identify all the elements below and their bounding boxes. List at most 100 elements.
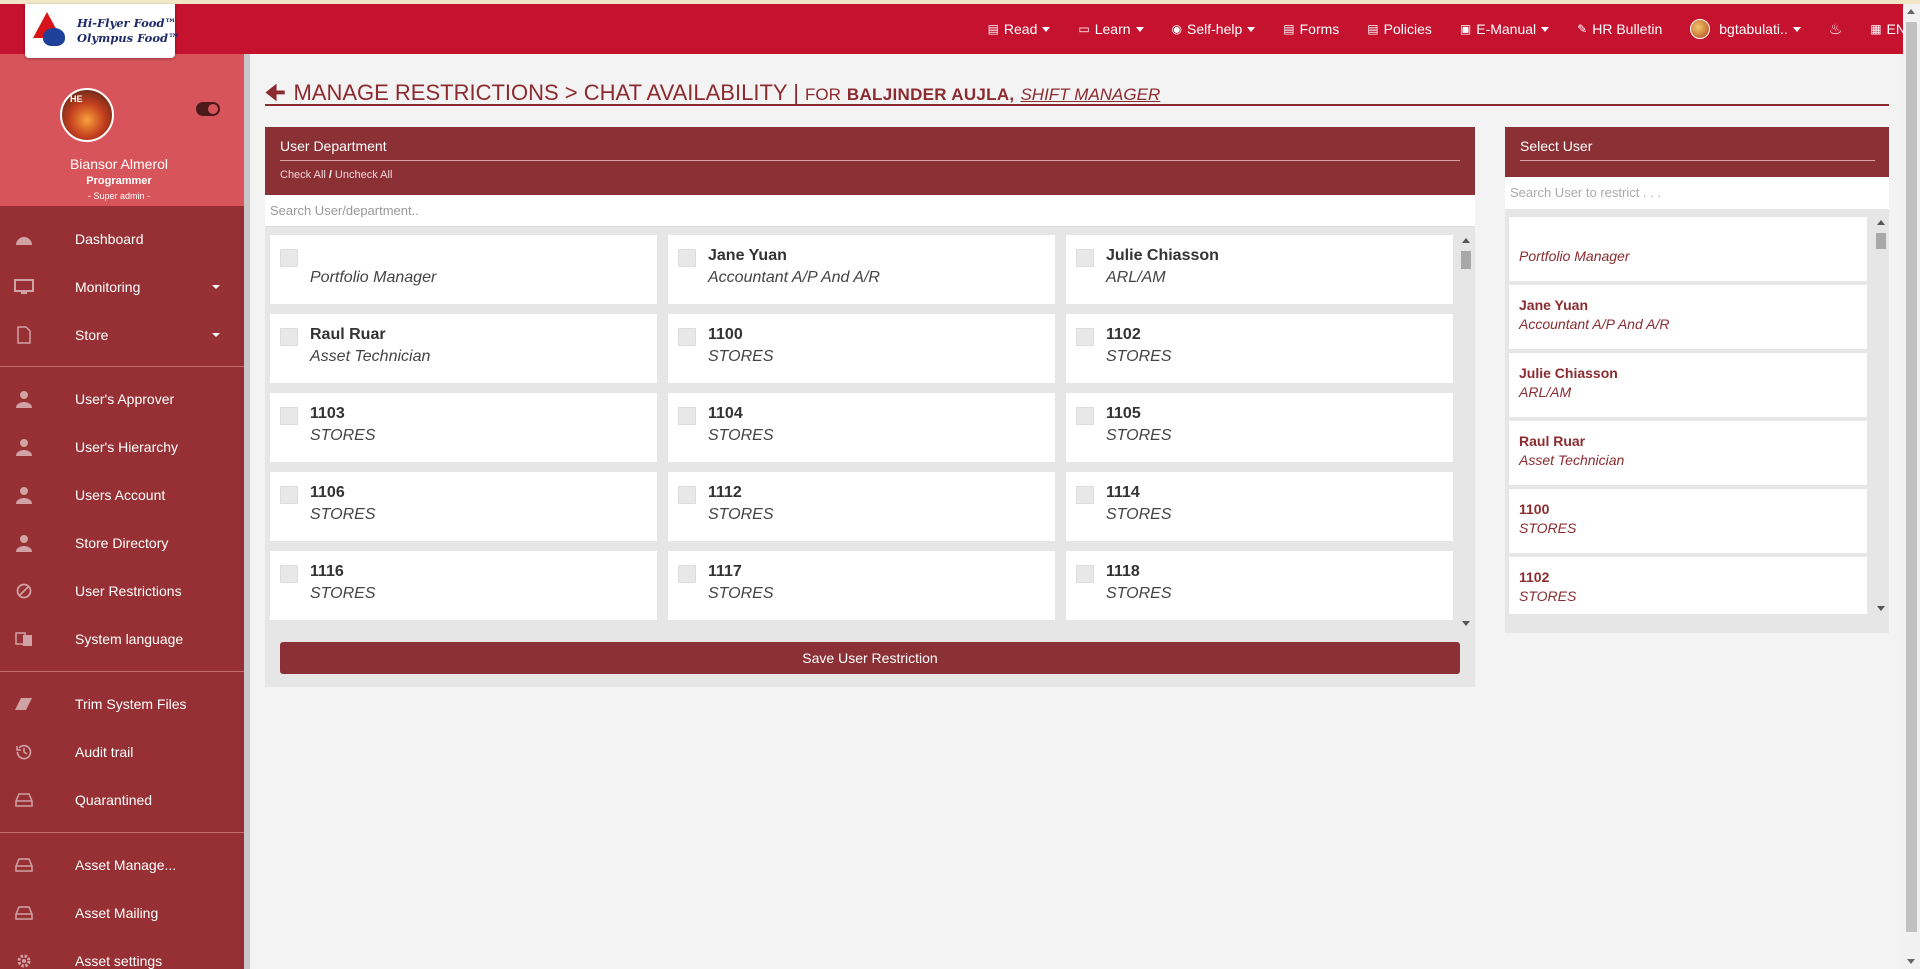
manual-icon: ▣ — [1459, 22, 1472, 36]
form-icon: ▤ — [1283, 22, 1295, 36]
sidebar-item-users-hierarchy[interactable]: User's Hierarchy — [0, 423, 244, 471]
check-all-link[interactable]: Check All — [280, 169, 326, 181]
department-card[interactable]: 1105 STORES — [1066, 393, 1453, 462]
department-card[interactable]: 1103 STORES — [270, 393, 657, 462]
sidebar-item-store[interactable]: Store — [0, 311, 244, 359]
profile-avatar[interactable]: HE — [60, 88, 114, 142]
user-role: Portfolio Manager — [1519, 248, 1630, 264]
scroll-up-icon[interactable] — [1877, 220, 1885, 225]
department-card[interactable]: 1117 STORES — [668, 551, 1055, 620]
nav-learn[interactable]: ▭ Learn — [1078, 21, 1144, 37]
user-menu[interactable]: bgtabulati.. — [1690, 19, 1801, 39]
sidebar-item-user-restrictions[interactable]: User Restrictions — [0, 567, 244, 615]
department-card[interactable]: 1104 STORES — [668, 393, 1055, 462]
nav-e-manual[interactable]: ▣ E-Manual — [1459, 21, 1550, 37]
card-checkbox[interactable] — [678, 328, 696, 346]
department-grid-scrollbar[interactable] — [1459, 235, 1473, 629]
department-card[interactable]: 1112 STORES — [668, 472, 1055, 541]
sidebar-item-asset-mailing[interactable]: Asset Mailing — [0, 889, 244, 937]
department-card[interactable]: 1100 STORES — [668, 314, 1055, 383]
sidebar-item-quarantined[interactable]: Quarantined — [0, 776, 244, 824]
sidebar-item-asset-settings[interactable]: Asset settings — [0, 937, 244, 969]
sidebar-item-audit-trail[interactable]: Audit trail — [0, 728, 244, 776]
user-search-input[interactable]: Search User to restrict . . . — [1505, 177, 1889, 209]
user-list-item[interactable]: 1102 STORES — [1509, 557, 1867, 614]
scrollbar-thumb[interactable] — [1461, 251, 1471, 269]
card-checkbox[interactable] — [1076, 249, 1094, 267]
sidebar-item-users-account[interactable]: Users Account — [0, 471, 244, 519]
drive-icon — [14, 903, 34, 923]
card-checkbox[interactable] — [280, 407, 298, 425]
user-list-item[interactable]: Portfolio Manager — [1509, 217, 1867, 281]
ban-icon — [14, 581, 34, 601]
department-card[interactable]: 1102 STORES — [1066, 314, 1453, 383]
user-list-scrollbar[interactable] — [1875, 217, 1887, 614]
scrollbar-thumb[interactable] — [1906, 22, 1917, 932]
user-list-item[interactable]: Raul Ruar Asset Technician — [1509, 421, 1867, 485]
user-list-item[interactable]: 1100 STORES — [1509, 489, 1867, 553]
department-card[interactable]: 1118 STORES — [1066, 551, 1453, 620]
brand-logo[interactable]: Hi-Flyer Food™ Olympus Food™ — [25, 4, 180, 58]
card-checkbox[interactable] — [280, 249, 298, 267]
card-checkbox[interactable] — [280, 565, 298, 583]
back-arrow-icon[interactable]: 🠈 — [265, 76, 285, 114]
scroll-up-icon[interactable] — [1462, 238, 1470, 243]
save-user-restriction-button[interactable]: Save User Restriction — [280, 642, 1460, 674]
sidebar-item-label: User's Hierarchy — [75, 439, 179, 455]
scroll-down-icon[interactable] — [1877, 606, 1885, 611]
department-card[interactable]: Julie Chiasson ARL/AM — [1066, 235, 1453, 304]
sidebar-item-system-language[interactable]: System language — [0, 615, 244, 663]
sidebar-item-monitoring[interactable]: Monitoring — [0, 263, 244, 311]
scroll-down-icon[interactable] — [1907, 959, 1915, 964]
sidebar-item-trim-system-files[interactable]: Trim System Files — [0, 680, 244, 728]
department-search-input[interactable]: Search User/department.. — [265, 195, 1475, 227]
department-card[interactable]: 1114 STORES — [1066, 472, 1453, 541]
card-checkbox[interactable] — [1076, 407, 1094, 425]
card-checkbox[interactable] — [678, 486, 696, 504]
card-checkbox[interactable] — [1076, 486, 1094, 504]
caret-down-icon — [1541, 26, 1550, 32]
page-scrollbar[interactable] — [1903, 4, 1920, 969]
scroll-down-icon[interactable] — [1462, 621, 1470, 626]
uncheck-all-link[interactable]: Uncheck All — [335, 169, 392, 181]
caret-down-icon — [1792, 26, 1801, 32]
history-icon — [14, 742, 34, 762]
nav-read[interactable]: ▤ Read — [988, 21, 1051, 37]
card-checkbox[interactable] — [280, 486, 298, 504]
card-checkbox[interactable] — [678, 565, 696, 583]
user-list-item[interactable]: Jane Yuan Accountant A/P And A/R — [1509, 285, 1867, 349]
card-name: 1100 — [708, 326, 743, 343]
sidebar-item-dashboard[interactable]: Dashboard — [0, 215, 244, 263]
language-button[interactable]: ▦ EN — [1870, 21, 1906, 37]
sidebar-item-asset-manage[interactable]: Asset Manage... — [0, 841, 244, 889]
nav-hr-bulletin[interactable]: ✎ HR Bulletin — [1577, 21, 1662, 37]
caret-down-icon — [1042, 26, 1051, 32]
nav-policies[interactable]: ▤ Policies — [1367, 21, 1432, 37]
department-card[interactable]: 1106 STORES — [270, 472, 657, 541]
card-checkbox[interactable] — [678, 249, 696, 267]
nav-self-help[interactable]: ◉ Self-help — [1172, 21, 1256, 37]
department-card[interactable]: Raul Ruar Asset Technician — [270, 314, 657, 383]
card-checkbox[interactable] — [1076, 565, 1094, 583]
department-card[interactable]: Jane Yuan Accountant A/P And A/R — [668, 235, 1055, 304]
nav-forms[interactable]: ▤ Forms — [1283, 21, 1339, 37]
sidebar-item-label: Quarantined — [75, 792, 153, 808]
department-card[interactable]: 1116 STORES — [270, 551, 657, 620]
notifications-button[interactable]: ♨ — [1829, 20, 1842, 38]
card-checkbox[interactable] — [280, 328, 298, 346]
scroll-up-icon[interactable] — [1907, 9, 1915, 14]
user-list-item[interactable]: Julie Chiasson ARL/AM — [1509, 353, 1867, 417]
sidebar-item-users-approver[interactable]: User's Approver — [0, 375, 244, 423]
card-checkbox[interactable] — [678, 407, 696, 425]
department-grid: Portfolio Manager Jane Yuan Accountant A/… — [270, 235, 1460, 757]
department-card[interactable]: Portfolio Manager — [270, 235, 657, 304]
target-user-position[interactable]: SHIFT MANAGER — [1020, 85, 1160, 105]
card-name: 1117 — [708, 563, 742, 580]
scrollbar-thumb[interactable] — [1876, 233, 1886, 249]
sidebar-scrollbar[interactable] — [244, 54, 250, 969]
department-panel-header: User Department Check All / Uncheck All — [265, 127, 1475, 195]
sidebar-toggle[interactable] — [196, 102, 220, 116]
user-name: 1100 — [1519, 501, 1550, 517]
card-checkbox[interactable] — [1076, 328, 1094, 346]
sidebar-item-store-directory[interactable]: Store Directory — [0, 519, 244, 567]
